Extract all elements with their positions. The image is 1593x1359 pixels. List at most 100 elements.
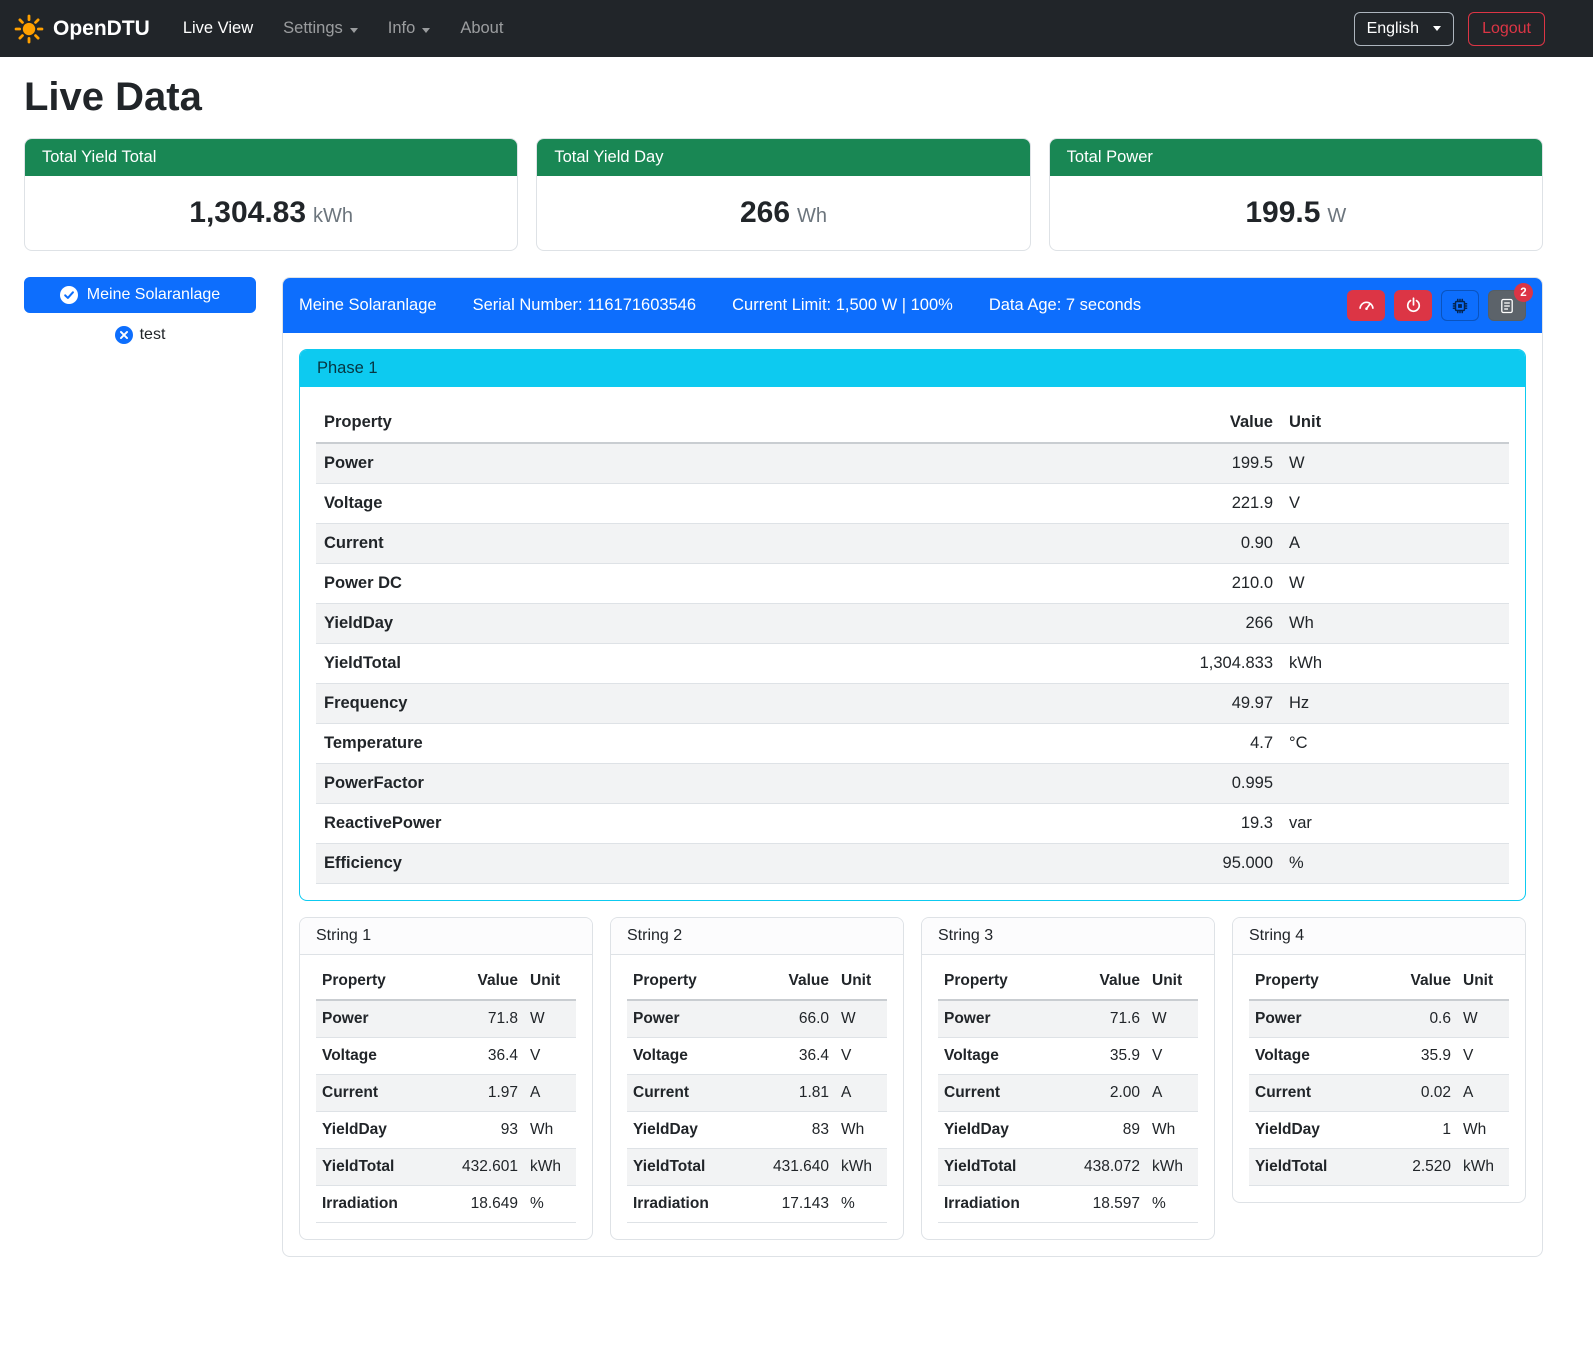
property-cell: Power xyxy=(1249,1000,1379,1038)
navbar-right: English Logout xyxy=(1354,12,1579,46)
power-icon xyxy=(1405,297,1422,314)
string-3-body: Property Value Unit Power 71.6 xyxy=(922,955,1214,1239)
column-header-unit: Unit xyxy=(524,963,576,1000)
property-cell: Current xyxy=(938,1075,1068,1112)
table-row: YieldTotal 2.520 kWh xyxy=(1249,1149,1509,1186)
value-cell: 431.640 xyxy=(757,1149,835,1186)
inverter-select-test[interactable]: test xyxy=(24,326,256,344)
property-cell: Power xyxy=(938,1000,1068,1038)
value-cell: 438.072 xyxy=(1068,1149,1146,1186)
column-header-property: Property xyxy=(316,963,446,1000)
property-cell: Voltage xyxy=(1249,1038,1379,1075)
property-cell: YieldTotal xyxy=(938,1149,1068,1186)
table-row: Current 1.81 A xyxy=(627,1075,887,1112)
nav-settings[interactable]: Settings xyxy=(268,11,373,46)
nav-info[interactable]: Info xyxy=(373,11,446,46)
table-row: Frequency 49.97 Hz xyxy=(316,684,1509,724)
string-1-card: String 1 Property Value Unit xyxy=(299,917,593,1240)
value-cell: 49.97 xyxy=(1131,684,1281,724)
table-row: PowerFactor 0.995 xyxy=(316,764,1509,804)
device-info-button[interactable] xyxy=(1441,290,1479,321)
property-cell: YieldTotal xyxy=(316,1149,446,1186)
value-cell: 95.000 xyxy=(1131,844,1281,884)
property-cell: Temperature xyxy=(316,724,1131,764)
unit-cell: kWh xyxy=(1281,644,1509,684)
unit-cell: kWh xyxy=(524,1149,576,1186)
unit-cell: °C xyxy=(1281,724,1509,764)
table-row: YieldDay 83 Wh xyxy=(627,1112,887,1149)
string-3-header: String 3 xyxy=(922,918,1214,955)
main-row: Meine Solaranlage test Meine Solaranlage… xyxy=(24,277,1543,1257)
event-log-button[interactable]: 2 xyxy=(1488,290,1526,321)
column-header-property: Property xyxy=(627,963,757,1000)
table-row: Current 2.00 A xyxy=(938,1075,1198,1112)
brand[interactable]: OpenDTU xyxy=(14,14,150,44)
unit-cell: % xyxy=(524,1186,576,1223)
unit-cell: Wh xyxy=(524,1112,576,1149)
unit-cell: W xyxy=(524,1000,576,1038)
property-cell: Voltage xyxy=(316,1038,446,1075)
table-row: Voltage 35.9 V xyxy=(1249,1038,1509,1075)
unit-cell: % xyxy=(835,1186,887,1223)
table-header-row: Property Value Unit xyxy=(938,963,1198,1000)
unit-cell: Wh xyxy=(835,1112,887,1149)
unit-cell: A xyxy=(1281,524,1509,564)
property-cell: PowerFactor xyxy=(316,764,1131,804)
card-body: 266Wh xyxy=(537,176,1029,250)
unit-cell: % xyxy=(1146,1186,1198,1223)
nav-live-view[interactable]: Live View xyxy=(168,11,268,46)
property-cell: Power xyxy=(316,443,1131,484)
property-cell: YieldDay xyxy=(1249,1112,1379,1149)
table-row: Current 1.97 A xyxy=(316,1075,576,1112)
property-cell: Efficiency xyxy=(316,844,1131,884)
property-cell: YieldDay xyxy=(316,604,1131,644)
unit-cell: A xyxy=(1146,1075,1198,1112)
inverter-actions: 2 xyxy=(1347,290,1526,321)
value-cell: 35.9 xyxy=(1068,1038,1146,1075)
inverter-name: Meine Solaranlage xyxy=(299,296,437,315)
property-cell: YieldTotal xyxy=(316,644,1131,684)
unit-cell xyxy=(1281,764,1509,804)
table-row: YieldTotal 1,304.833 kWh xyxy=(316,644,1509,684)
unit-cell: kWh xyxy=(1457,1149,1509,1186)
total-yield-day-unit: Wh xyxy=(797,205,827,227)
property-cell: Frequency xyxy=(316,684,1131,724)
unit-cell: W xyxy=(1281,443,1509,484)
value-cell: 19.3 xyxy=(1131,804,1281,844)
event-count-badge: 2 xyxy=(1514,283,1533,302)
column-header-property: Property xyxy=(316,403,1131,443)
property-cell: ReactivePower xyxy=(316,804,1131,844)
limit-settings-button[interactable] xyxy=(1347,290,1385,321)
property-cell: Power DC xyxy=(316,564,1131,604)
unit-cell: W xyxy=(835,1000,887,1038)
page-container: Live Data Total Yield Total 1,304.83kWh … xyxy=(0,57,1593,1283)
nav-about[interactable]: About xyxy=(445,11,518,46)
card-body: 1,304.83kWh xyxy=(25,176,517,250)
value-cell: 0.995 xyxy=(1131,764,1281,804)
phase-1-header: Phase 1 xyxy=(300,350,1525,387)
unit-cell: A xyxy=(524,1075,576,1112)
power-button[interactable] xyxy=(1394,290,1432,321)
value-cell: 1,304.833 xyxy=(1131,644,1281,684)
unit-cell: Wh xyxy=(1457,1112,1509,1149)
unit-cell: V xyxy=(524,1038,576,1075)
string-1-header: String 1 xyxy=(300,918,592,955)
column-header-value: Value xyxy=(1068,963,1146,1000)
inverter-select-meine-solaranlage[interactable]: Meine Solaranlage xyxy=(24,277,256,313)
gauge-icon xyxy=(1358,297,1375,314)
property-cell: Voltage xyxy=(627,1038,757,1075)
logout-button[interactable]: Logout xyxy=(1468,12,1545,46)
inverter-select-label: test xyxy=(140,326,166,344)
total-power-value: 199.5 xyxy=(1245,196,1320,229)
string-3-table: Property Value Unit Power 71.6 xyxy=(938,963,1198,1223)
table-header-row: Property Value Unit xyxy=(627,963,887,1000)
value-cell: 17.143 xyxy=(757,1186,835,1223)
card-header: Total Power xyxy=(1050,139,1542,176)
value-cell: 83 xyxy=(757,1112,835,1149)
unit-cell: var xyxy=(1281,804,1509,844)
table-row: Irradiation 18.649 % xyxy=(316,1186,576,1223)
x-circle-icon xyxy=(115,326,133,344)
table-row: Temperature 4.7 °C xyxy=(316,724,1509,764)
language-select[interactable]: English xyxy=(1354,12,1454,46)
value-cell: 35.9 xyxy=(1379,1038,1457,1075)
